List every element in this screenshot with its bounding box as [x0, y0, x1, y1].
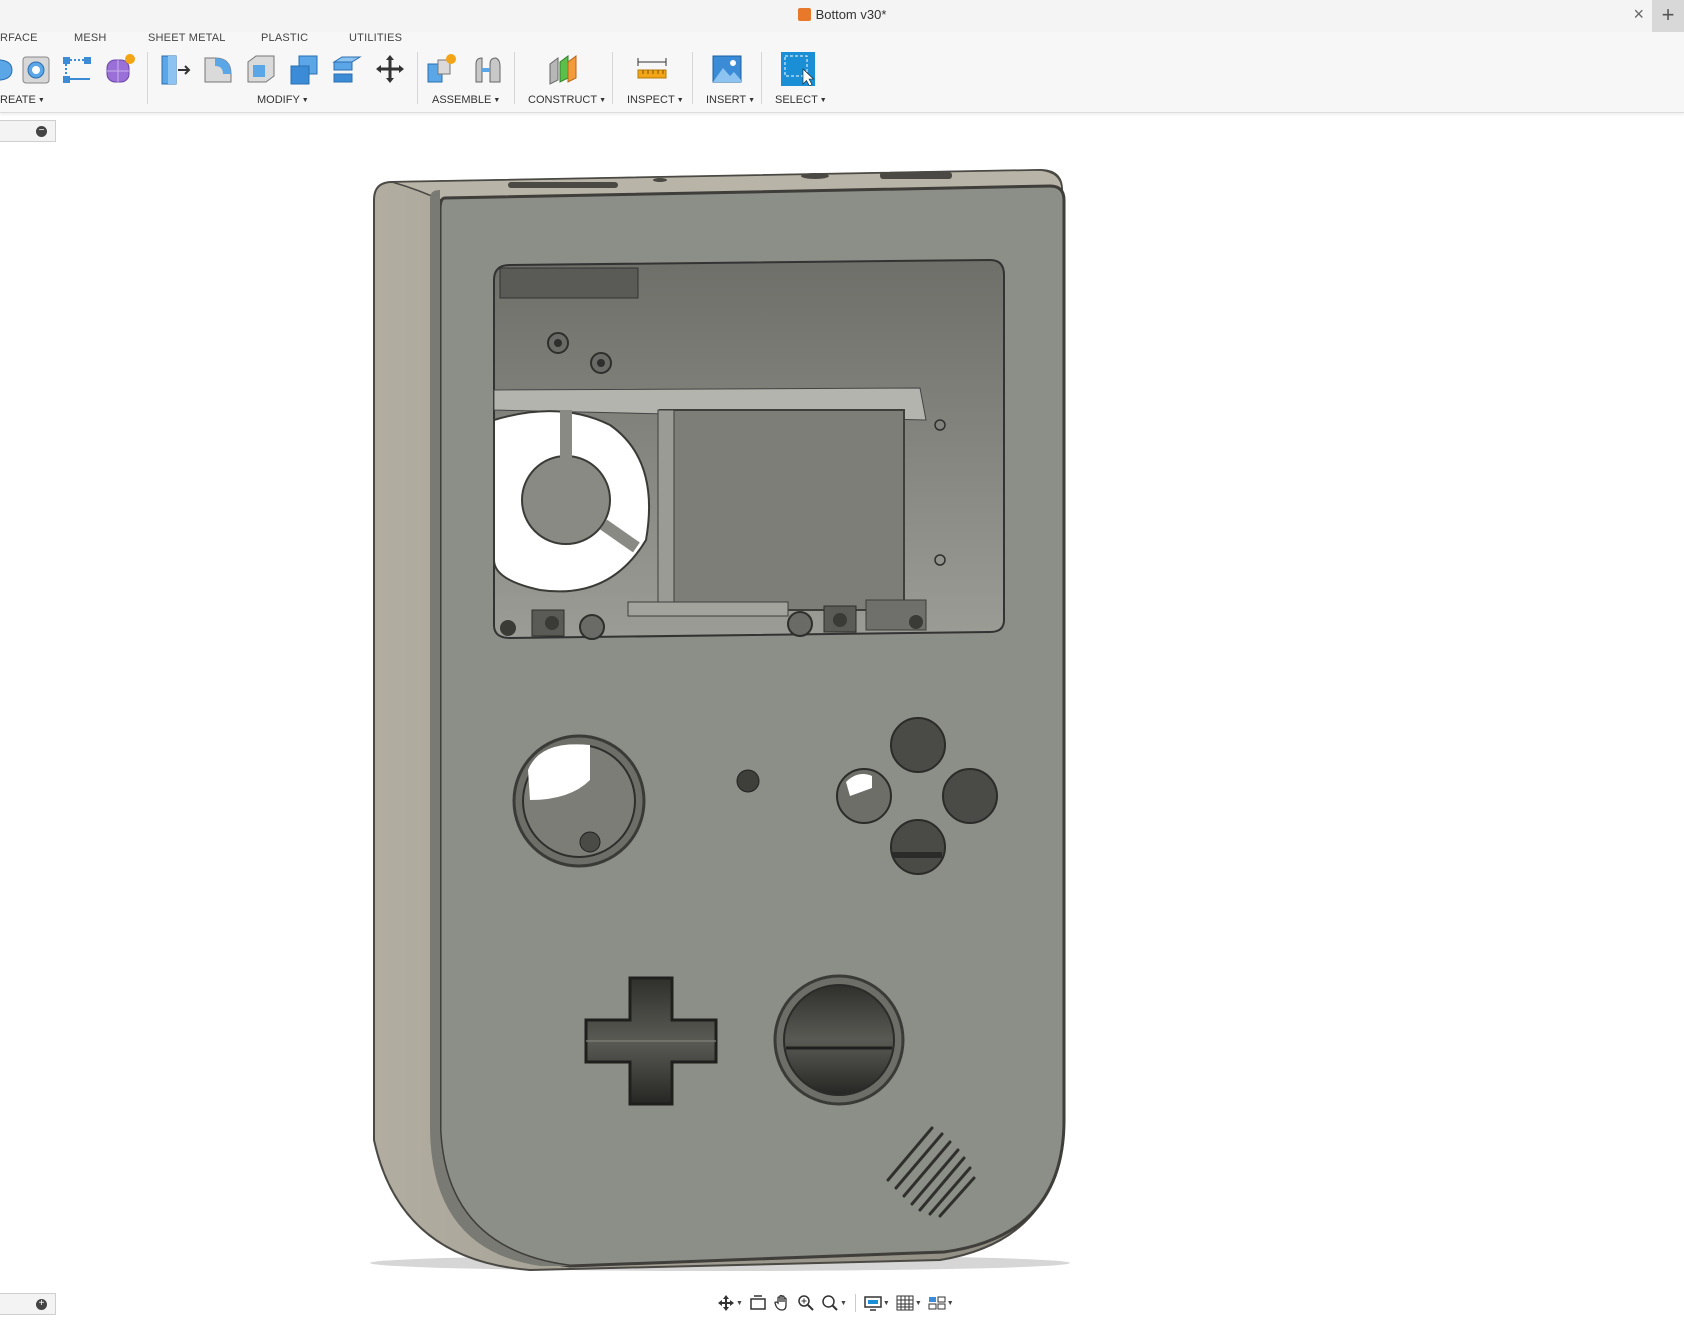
rear-cutout-spoke	[560, 410, 572, 460]
shell-icon[interactable]	[244, 52, 278, 86]
zoom-button[interactable]	[795, 1292, 817, 1314]
navigation-bar: ▼ ▼ ▼ ▼ ▼	[715, 1291, 956, 1315]
battery-rail	[657, 409, 675, 611]
inspect-menu[interactable]: INSPECT ▼	[627, 94, 684, 106]
pan-icon	[774, 1294, 787, 1311]
grid-settings-button[interactable]: ▼	[894, 1292, 924, 1314]
cavity-ledge	[627, 601, 789, 617]
screw-boss	[597, 359, 605, 367]
select-menu[interactable]: SELECT ▼	[775, 94, 827, 106]
combine-icon[interactable]	[287, 52, 321, 86]
pattern-icon[interactable]	[60, 52, 94, 86]
tab-utilities[interactable]: UTILITIES	[349, 32, 402, 44]
screw-boss	[554, 339, 562, 347]
top-port	[880, 172, 952, 179]
press-pull-icon[interactable]	[158, 52, 192, 86]
separator	[761, 52, 762, 104]
separator	[692, 52, 693, 104]
document-title-text: Bottom v30*	[815, 7, 887, 22]
create-menu[interactable]: REATE ▼	[0, 94, 45, 106]
button-hole-right	[942, 768, 998, 824]
zoom-icon	[798, 1295, 814, 1311]
cavity-notch	[499, 267, 639, 299]
hole-icon[interactable]	[19, 52, 53, 86]
form-icon[interactable]	[103, 52, 137, 86]
separator	[514, 52, 515, 104]
expand-comments-button[interactable]: +	[36, 1299, 47, 1310]
modify-menu-label: MODIFY	[257, 94, 300, 106]
rear-cutout-hub	[521, 455, 611, 545]
tab-plastic[interactable]: PLASTIC	[261, 32, 308, 44]
comments-panel-tab[interactable]: +	[0, 1293, 56, 1315]
button-hole-bottom	[890, 819, 946, 875]
measure-icon[interactable]	[635, 52, 669, 86]
top-port	[801, 173, 829, 179]
document-title: Bottom v30*	[0, 7, 1684, 22]
inspect-menu-label: INSPECT	[627, 94, 675, 106]
fit-button[interactable]: ▼	[819, 1292, 849, 1314]
canvas-viewport[interactable]	[0, 120, 1684, 1286]
display-settings-icon	[864, 1296, 882, 1311]
viewports-icon	[928, 1296, 946, 1310]
separator	[417, 52, 418, 104]
construct-menu-label: CONSTRUCT	[528, 94, 598, 106]
joint-icon[interactable]	[470, 52, 504, 86]
title-bar: Bottom v30* × +	[0, 0, 1684, 33]
new-tab-button[interactable]: +	[1652, 0, 1684, 32]
construct-menu[interactable]: CONSTRUCT ▼	[528, 94, 606, 106]
pan-button[interactable]	[771, 1292, 793, 1314]
tab-mesh[interactable]: MESH	[74, 32, 107, 44]
display-settings-button[interactable]: ▼	[862, 1292, 892, 1314]
grid-settings-icon	[896, 1295, 914, 1311]
large-button-hole-inner	[783, 984, 895, 1096]
screw-boss	[579, 614, 605, 640]
look-at-button[interactable]	[747, 1292, 769, 1314]
button-hole-bottom-ledge	[892, 852, 942, 858]
component-icon	[797, 8, 811, 21]
revolve-icon[interactable]	[0, 52, 20, 86]
toolbar: RFACE MESH SHEET METAL PLASTIC UTILITIES…	[0, 32, 1684, 113]
modify-menu[interactable]: MODIFY ▼	[257, 94, 309, 106]
fit-icon	[822, 1295, 838, 1311]
screw-boss	[909, 615, 923, 629]
select-menu-label: SELECT	[775, 94, 818, 106]
model-view[interactable]	[0, 120, 1684, 1286]
center-indicator-hole	[736, 769, 760, 793]
offset-plane-icon[interactable]	[546, 52, 580, 86]
top-port	[508, 182, 618, 188]
top-port	[653, 178, 667, 182]
separator	[147, 52, 148, 104]
move-copy-icon[interactable]	[373, 52, 407, 86]
look-at-icon	[750, 1295, 766, 1310]
orbit-button[interactable]: ▼	[715, 1292, 745, 1314]
battery-compartment	[659, 409, 905, 611]
separator	[854, 1294, 856, 1312]
new-component-icon[interactable]	[425, 52, 459, 86]
insert-menu[interactable]: INSERT ▼	[706, 94, 755, 106]
screw-boss	[787, 611, 813, 637]
close-document-button[interactable]: ×	[1633, 4, 1644, 25]
create-menu-label: REATE	[0, 94, 36, 106]
orbit-icon	[718, 1295, 734, 1311]
tab-surface[interactable]: RFACE	[0, 32, 38, 44]
window-select-icon[interactable]	[781, 52, 815, 86]
assemble-menu-label: ASSEMBLE	[432, 94, 492, 106]
assemble-menu[interactable]: ASSEMBLE ▼	[432, 94, 500, 106]
fillet-icon[interactable]	[201, 52, 235, 86]
insert-menu-label: INSERT	[706, 94, 747, 106]
screw-boss	[500, 620, 516, 636]
screw-boss	[579, 831, 601, 853]
insert-image-icon[interactable]	[710, 52, 744, 86]
offset-face-icon[interactable]	[330, 52, 364, 86]
viewports-button[interactable]: ▼	[926, 1292, 956, 1314]
screw-boss	[833, 613, 847, 627]
separator	[612, 52, 613, 104]
screw-boss	[545, 616, 559, 630]
button-hole-top	[890, 717, 946, 773]
tab-sheet-metal[interactable]: SHEET METAL	[148, 32, 226, 44]
